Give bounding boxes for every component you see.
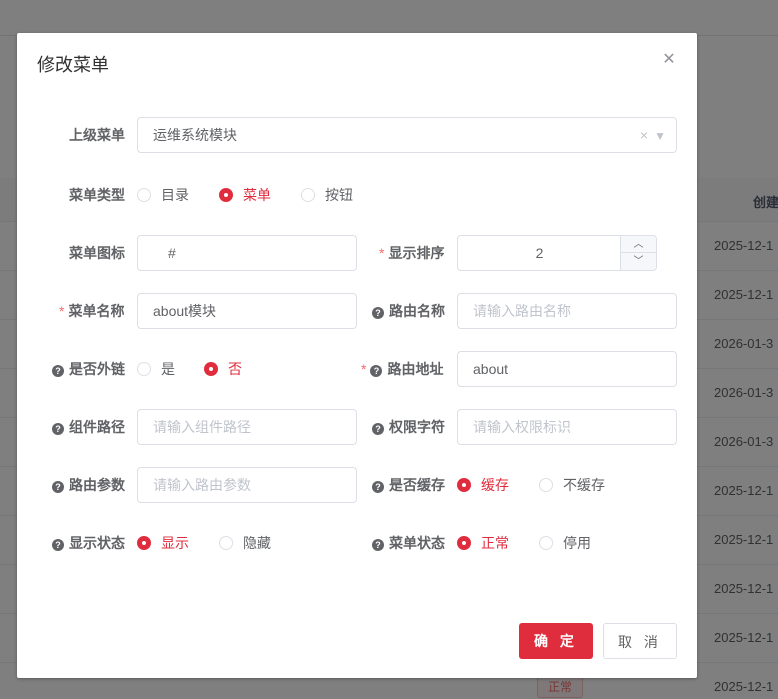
radio-checked-icon xyxy=(457,478,471,492)
clear-icon[interactable]: × xyxy=(640,127,648,143)
question-icon[interactable]: ? xyxy=(372,539,384,551)
route-name-input[interactable]: 请输入路由名称 xyxy=(457,293,677,329)
component-path-input[interactable]: 请输入组件路径 xyxy=(137,409,357,445)
radio-menu-type-menu[interactable]: 菜单 xyxy=(219,185,271,205)
edit-menu-dialog: 修改菜单 ✕ 上级菜单 运维系统模块 × ▼ 菜单类型 目录 菜单 按钮 菜单图标… xyxy=(17,33,697,678)
question-icon[interactable]: ? xyxy=(52,365,64,377)
question-icon[interactable]: ? xyxy=(372,481,384,493)
question-icon[interactable]: ? xyxy=(52,539,64,551)
confirm-button[interactable]: 确 定 xyxy=(519,623,593,659)
close-icon[interactable]: ✕ xyxy=(660,51,678,69)
parent-menu-select[interactable]: 运维系统模块 × ▼ xyxy=(137,117,677,153)
radio-external-yes[interactable]: 是 xyxy=(137,359,175,379)
question-icon[interactable]: ? xyxy=(52,481,64,493)
radio-circle-icon xyxy=(137,362,151,376)
question-icon[interactable]: ? xyxy=(370,365,383,377)
display-order-value[interactable]: 2 xyxy=(458,236,621,270)
radio-checked-icon xyxy=(457,536,471,550)
question-icon[interactable]: ? xyxy=(372,307,384,319)
display-order-stepper[interactable]: 2 ︿ ﹀ xyxy=(457,235,657,271)
radio-status-disabled[interactable]: 停用 xyxy=(539,533,591,553)
question-icon[interactable]: ? xyxy=(372,423,384,435)
radio-checked-icon xyxy=(137,536,151,550)
parent-menu-value: 运维系统模块 xyxy=(153,127,237,143)
chevron-down-icon[interactable]: ▼ xyxy=(654,129,666,143)
is-external-label: ? 是否外链 xyxy=(52,359,125,379)
question-icon[interactable]: ? xyxy=(52,423,64,435)
radio-circle-icon xyxy=(539,478,553,492)
menu-type-label: 菜单类型 xyxy=(69,187,125,203)
route-path-label: *? 路由地址 xyxy=(361,361,444,377)
permission-input[interactable]: 请输入权限标识 xyxy=(457,409,677,445)
menu-name-input[interactable]: about模块 xyxy=(137,293,357,329)
menu-icon-label: 菜单图标 xyxy=(69,245,125,261)
chevron-down-icon[interactable]: ﹀ xyxy=(620,253,656,270)
permission-label: ? 权限字符 xyxy=(372,417,445,437)
route-params-label: ? 路由参数 xyxy=(52,475,125,495)
radio-cache-no[interactable]: 不缓存 xyxy=(539,475,605,495)
display-order-label: * 显示排序 xyxy=(379,245,445,261)
component-path-label: ? 组件路径 xyxy=(52,417,125,437)
radio-circle-icon xyxy=(219,536,233,550)
menu-name-label: * 菜单名称 xyxy=(59,303,125,319)
cache-label: ? 是否缓存 xyxy=(372,475,445,495)
radio-visible-show[interactable]: 显示 xyxy=(137,533,189,553)
radio-menu-type-button[interactable]: 按钮 xyxy=(301,185,353,205)
radio-visible-hide[interactable]: 隐藏 xyxy=(219,533,271,553)
radio-circle-icon xyxy=(301,188,315,202)
radio-menu-type-directory[interactable]: 目录 xyxy=(137,185,189,205)
radio-circle-icon xyxy=(539,536,553,550)
status-label: ? 菜单状态 xyxy=(372,533,445,553)
route-params-input[interactable]: 请输入路由参数 xyxy=(137,467,357,503)
parent-menu-label: 上级菜单 xyxy=(69,127,125,143)
route-name-label: ? 路由名称 xyxy=(372,301,445,321)
visible-label: ? 显示状态 xyxy=(52,533,125,553)
radio-checked-icon xyxy=(204,362,218,376)
radio-checked-icon xyxy=(219,188,233,202)
radio-circle-icon xyxy=(137,188,151,202)
cancel-button[interactable]: 取 消 xyxy=(603,623,677,659)
radio-external-no[interactable]: 否 xyxy=(204,359,242,379)
route-path-input[interactable]: about xyxy=(457,351,677,387)
menu-icon-input[interactable]: # xyxy=(137,235,357,271)
chevron-up-icon[interactable]: ︿ xyxy=(620,236,656,253)
radio-cache-yes[interactable]: 缓存 xyxy=(457,475,509,495)
radio-status-normal[interactable]: 正常 xyxy=(457,533,509,553)
dialog-title: 修改菜单 xyxy=(37,55,109,75)
